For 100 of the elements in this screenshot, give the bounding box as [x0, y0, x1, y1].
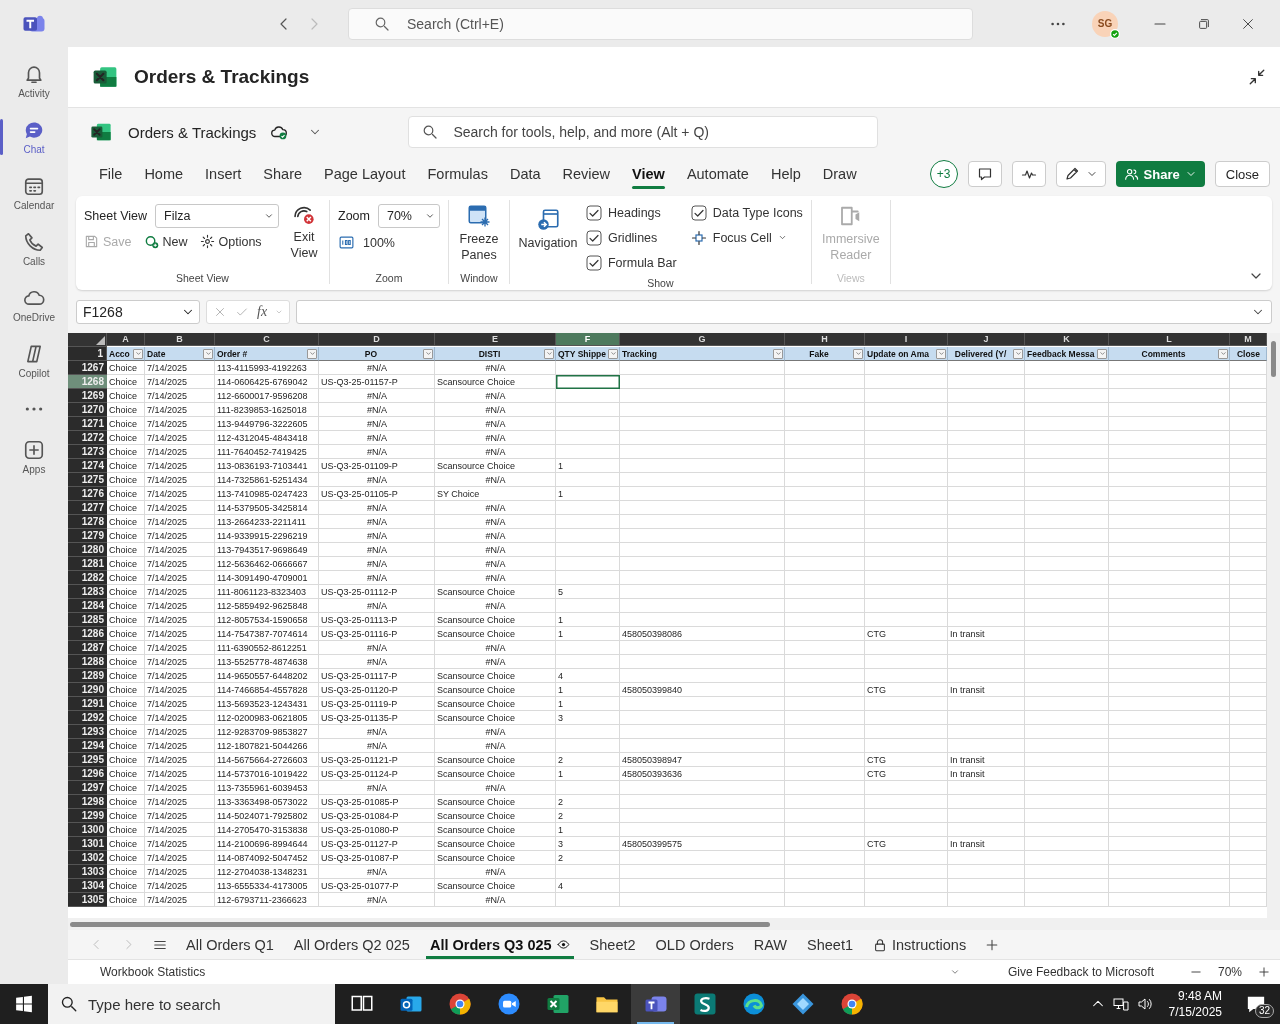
options-button[interactable]: Options: [199, 234, 262, 249]
row-header[interactable]: 1276: [68, 487, 107, 501]
column-header[interactable]: F: [556, 333, 620, 346]
menu-tab[interactable]: Page Layout: [313, 159, 417, 189]
nav-item[interactable]: Calendar: [0, 165, 68, 221]
row-header[interactable]: 1305: [68, 893, 107, 907]
column-header[interactable]: G: [620, 333, 785, 346]
row-header[interactable]: 1286: [68, 627, 107, 641]
menu-tab[interactable]: Automate: [675, 159, 760, 189]
share-button[interactable]: Share: [1115, 161, 1205, 187]
avatar[interactable]: SG: [1092, 10, 1118, 37]
row-header[interactable]: 1297: [68, 781, 107, 795]
filter-button[interactable]: [1013, 348, 1023, 359]
clock[interactable]: 9:48 AM 7/15/2025: [1160, 988, 1230, 1020]
menu-tab[interactable]: Review: [551, 159, 622, 189]
column-header[interactable]: J: [948, 333, 1025, 346]
close-button[interactable]: Close: [1214, 161, 1270, 187]
row-header[interactable]: 1274: [68, 459, 107, 473]
row-header[interactable]: 1299: [68, 809, 107, 823]
row-header[interactable]: 1283: [68, 585, 107, 599]
row-header[interactable]: 1285: [68, 613, 107, 627]
column-header[interactable]: A: [107, 333, 145, 346]
focus-cell-button[interactable]: Focus Cell: [690, 229, 803, 246]
filter-button[interactable]: [608, 348, 619, 359]
row-header[interactable]: 1304: [68, 879, 107, 893]
sheet-tab[interactable]: Instructions: [863, 930, 977, 959]
new-button[interactable]: New: [143, 234, 188, 249]
row-header[interactable]: 1273: [68, 445, 107, 459]
row-header[interactable]: 1290: [68, 683, 107, 697]
column-header[interactable]: I: [865, 333, 948, 346]
row-header[interactable]: 1298: [68, 795, 107, 809]
search-field[interactable]: Search (Ctrl+E): [348, 7, 973, 40]
row-header[interactable]: 1302: [68, 851, 107, 865]
row-header[interactable]: 1281: [68, 557, 107, 571]
filter-button[interactable]: [544, 348, 554, 359]
nav-item[interactable]: OneDrive: [0, 277, 68, 333]
workbook-statistics[interactable]: Workbook Statistics: [100, 965, 206, 979]
row-header[interactable]: 1295: [68, 753, 107, 767]
vertical-scrollbar[interactable]: [1267, 333, 1280, 918]
row-header[interactable]: 1269: [68, 389, 107, 403]
comments-button[interactable]: [967, 161, 1002, 187]
menu-tab[interactable]: Data: [498, 159, 552, 189]
sheet-tab[interactable]: All Orders Q3 025: [419, 930, 580, 959]
row-header[interactable]: 1279: [68, 529, 107, 543]
column-header[interactable]: C: [215, 333, 319, 346]
horizontal-scrollbar[interactable]: [68, 918, 1280, 930]
column-header[interactable]: M: [1230, 333, 1267, 346]
row-header[interactable]: 1287: [68, 641, 107, 655]
column-header[interactable]: L: [1109, 333, 1230, 346]
column-header[interactable]: H: [785, 333, 865, 346]
feedback-link[interactable]: Give Feedback to Microsoft: [1007, 965, 1154, 979]
menu-tab[interactable]: Share: [252, 159, 314, 189]
filter-button[interactable]: [853, 348, 863, 359]
row-header[interactable]: 1300: [68, 823, 107, 837]
row-header[interactable]: 1267: [68, 361, 107, 375]
status-dropdown-button[interactable]: [949, 967, 960, 977]
row-header[interactable]: 1282: [68, 571, 107, 585]
row-header[interactable]: 1270: [68, 403, 107, 417]
exit-view-button[interactable]: Exit View: [287, 200, 321, 270]
column-header[interactable]: B: [145, 333, 215, 346]
collapse-button[interactable]: [1248, 68, 1266, 86]
filter-button[interactable]: [307, 348, 317, 359]
network-button[interactable]: [1112, 996, 1129, 1012]
row-header[interactable]: 1294: [68, 739, 107, 753]
filter-button[interactable]: [936, 348, 946, 359]
activity-button[interactable]: [1011, 161, 1046, 187]
menu-tab[interactable]: Home: [133, 159, 195, 189]
collaborators-badge[interactable]: +3: [929, 160, 958, 188]
column-header[interactable]: K: [1025, 333, 1109, 346]
checkbox[interactable]: Headings: [585, 204, 677, 221]
sheet-view-dropdown[interactable]: Filza: [155, 204, 279, 228]
row-header[interactable]: 1271: [68, 417, 107, 431]
zoom-100-button[interactable]: 100%: [338, 234, 440, 251]
row-header[interactable]: 1272: [68, 431, 107, 445]
editing-button[interactable]: [1055, 161, 1106, 187]
sheet-tab[interactable]: RAW: [743, 930, 798, 959]
nav-item[interactable]: Calls: [0, 221, 68, 277]
row-header[interactable]: 1293: [68, 725, 107, 739]
filter-button[interactable]: [203, 348, 213, 359]
zoom-dropdown[interactable]: 70%: [377, 204, 440, 228]
row-header[interactable]: 1303: [68, 865, 107, 879]
filter-button[interactable]: [773, 348, 783, 359]
workbook-name[interactable]: Orders & Trackings: [128, 123, 257, 141]
sheet-tab[interactable]: Sheet1: [797, 930, 863, 959]
row-header[interactable]: 1288: [68, 655, 107, 669]
filter-button[interactable]: [423, 348, 433, 359]
row-header[interactable]: 1291: [68, 697, 107, 711]
formula-field[interactable]: [296, 300, 1272, 324]
menu-tab[interactable]: Insert: [194, 159, 253, 189]
row-header[interactable]: 1284: [68, 599, 107, 613]
row-header[interactable]: 1301: [68, 837, 107, 851]
row-header[interactable]: 1277: [68, 501, 107, 515]
filter-button[interactable]: [133, 348, 143, 359]
filter-button[interactable]: [1097, 348, 1107, 359]
sheet-tab[interactable]: OLD Orders: [645, 930, 744, 959]
zoom-in-button[interactable]: [1258, 966, 1270, 978]
column-header[interactable]: E: [435, 333, 556, 346]
name-box[interactable]: F1268: [76, 300, 200, 324]
select-all-button[interactable]: [68, 333, 107, 347]
insert-function-button[interactable]: fx: [257, 304, 268, 320]
